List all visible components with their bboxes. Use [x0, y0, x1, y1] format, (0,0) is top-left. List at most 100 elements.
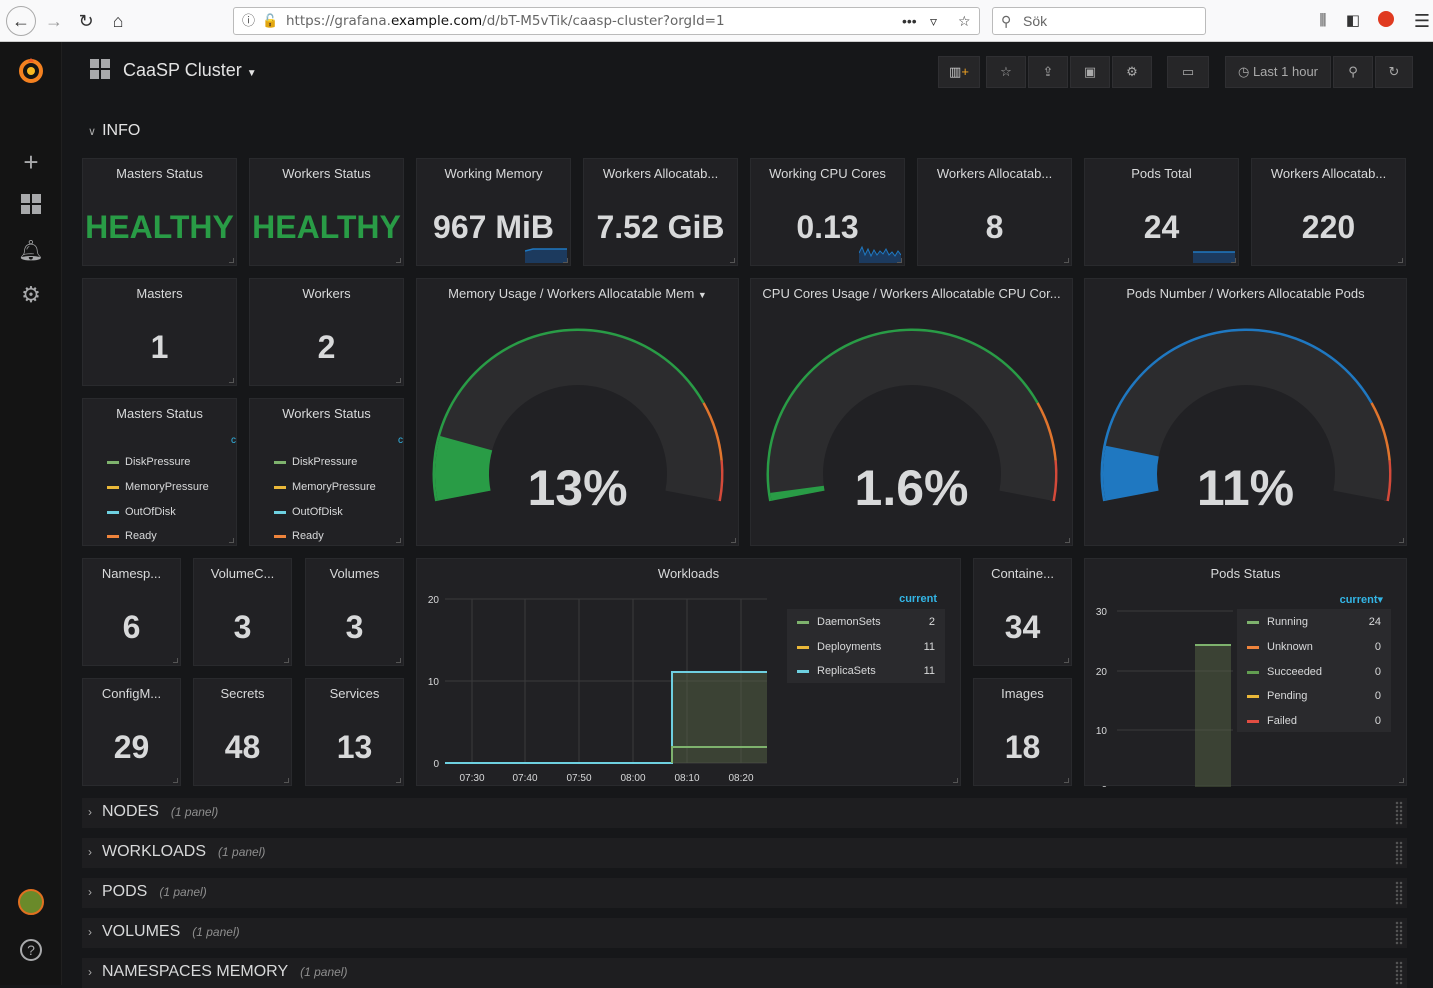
legend-row[interactable]: Deployments 11: [787, 635, 945, 659]
resize-handle[interactable]: [1065, 538, 1070, 543]
panel-workers-allocatable-memory[interactable]: Workers Allocatab... 7.52 GiB: [583, 158, 738, 266]
resize-handle[interactable]: [284, 658, 289, 663]
resize-handle[interactable]: [1064, 658, 1069, 663]
resize-handle[interactable]: [229, 258, 234, 263]
dashboard-title[interactable]: CaaSP Cluster ▼: [123, 60, 257, 81]
panel-images[interactable]: Images 18: [973, 678, 1072, 786]
resize-handle[interactable]: [229, 378, 234, 383]
menu-icon[interactable]: ☰: [1409, 8, 1433, 34]
row-nodes[interactable]: › NODES (1 panel): [82, 798, 1407, 828]
legend-item[interactable]: DiskPressure: [274, 456, 357, 468]
panel-volume-claims[interactable]: VolumeC... 3: [193, 558, 292, 666]
settings-button[interactable]: ⚙: [1112, 56, 1152, 88]
resize-handle[interactable]: [284, 778, 289, 783]
legend-item[interactable]: MemoryPressure: [274, 481, 376, 493]
panel-workers-allocatable-pods[interactable]: Workers Allocatab... 220: [1251, 158, 1406, 266]
add-panel-button[interactable]: ▥+: [938, 56, 980, 88]
resize-handle[interactable]: [1064, 258, 1069, 263]
legend-item[interactable]: Ready: [107, 530, 157, 542]
panel-workers-status-graph[interactable]: Workers Status c DiskPressure MemoryPres…: [249, 398, 404, 546]
resize-handle[interactable]: [953, 778, 958, 783]
resize-handle[interactable]: [396, 378, 401, 383]
row-namespaces-memory[interactable]: › NAMESPACES MEMORY (1 panel): [82, 958, 1407, 988]
legend-item[interactable]: DiskPressure: [107, 456, 190, 468]
library-icon[interactable]: ⫼: [1310, 8, 1336, 34]
row-workloads[interactable]: › WORKLOADS (1 panel): [82, 838, 1407, 868]
resize-handle[interactable]: [396, 778, 401, 783]
resize-handle[interactable]: [396, 538, 401, 543]
page-actions-icon[interactable]: •••: [902, 8, 917, 34]
row-pods[interactable]: › PODS (1 panel): [82, 878, 1407, 908]
panel-pods-total[interactable]: Pods Total 24: [1084, 158, 1239, 266]
panel-working-cpu-cores[interactable]: Working CPU Cores 0.13: [750, 158, 905, 266]
legend-row[interactable]: Unknown 0: [1237, 635, 1391, 659]
panel-pods-status-graph[interactable]: Pods Status 30 20 10 0 current▾ Running2…: [1084, 558, 1407, 787]
drag-handle[interactable]: [1395, 841, 1403, 865]
grafana-logo-icon[interactable]: [17, 56, 45, 84]
legend-item[interactable]: OutOfDisk: [107, 506, 176, 518]
resize-handle[interactable]: [1064, 778, 1069, 783]
time-picker-button[interactable]: ◷ Last 1 hour: [1225, 56, 1331, 88]
tv-mode-button[interactable]: ▭: [1167, 56, 1209, 88]
resize-handle[interactable]: [563, 258, 568, 263]
panel-volumes[interactable]: Volumes 3: [305, 558, 404, 666]
resize-handle[interactable]: [396, 658, 401, 663]
resize-handle[interactable]: [173, 778, 178, 783]
panel-namespaces[interactable]: Namesp... 6: [82, 558, 181, 666]
home-icon[interactable]: ⌂: [105, 8, 131, 34]
panel-workers[interactable]: Workers 2: [249, 278, 404, 386]
panel-memory-gauge[interactable]: Memory Usage / Workers Allocatable Mem ▼…: [416, 278, 739, 546]
legend-row[interactable]: Failed 0: [1237, 709, 1391, 733]
panel-secrets[interactable]: Secrets 48: [193, 678, 292, 786]
resize-handle[interactable]: [897, 258, 902, 263]
row-header-info[interactable]: ∨ INFO: [88, 122, 140, 140]
sidebar-icon[interactable]: ◧: [1340, 8, 1366, 34]
forward-icon[interactable]: →: [41, 8, 67, 34]
panel-masters[interactable]: Masters 1: [82, 278, 237, 386]
avatar[interactable]: [17, 889, 45, 917]
resize-handle[interactable]: [229, 538, 234, 543]
resize-handle[interactable]: [1399, 538, 1404, 543]
star-button[interactable]: ☆: [986, 56, 1026, 88]
resize-handle[interactable]: [1399, 778, 1404, 783]
legend-row[interactable]: Pending 0: [1237, 684, 1391, 708]
legend-item[interactable]: MemoryPressure: [107, 481, 209, 493]
extension-icon[interactable]: [1373, 8, 1399, 34]
share-button[interactable]: ⇪: [1028, 56, 1068, 88]
info-icon[interactable]: ⓘ: [242, 8, 255, 34]
panel-containers[interactable]: Containe... 34: [973, 558, 1072, 666]
panel-masters-status[interactable]: Masters Status HEALTHY: [82, 158, 237, 266]
panel-workers-status[interactable]: Workers Status HEALTHY: [249, 158, 404, 266]
create-icon[interactable]: +: [17, 148, 45, 176]
url-bar[interactable]: ⓘ 🔓 https://grafana.example.com/d/bT-M5v…: [233, 7, 980, 35]
legend-item[interactable]: Ready: [274, 530, 324, 542]
resize-handle[interactable]: [1231, 258, 1236, 263]
dashboards-icon[interactable]: [17, 193, 45, 221]
panel-cpu-gauge[interactable]: CPU Cores Usage / Workers Allocatable CP…: [750, 278, 1073, 546]
legend-item[interactable]: OutOfDisk: [274, 506, 343, 518]
resize-handle[interactable]: [396, 258, 401, 263]
search-input[interactable]: ⚲ Sök: [992, 7, 1206, 35]
legend-row[interactable]: Succeeded 0: [1237, 660, 1391, 684]
panel-configmaps[interactable]: ConfigM... 29: [82, 678, 181, 786]
resize-handle[interactable]: [1398, 258, 1403, 263]
resize-handle[interactable]: [730, 258, 735, 263]
drag-handle[interactable]: [1395, 961, 1403, 985]
drag-handle[interactable]: [1395, 881, 1403, 905]
legend-row[interactable]: Running 24: [1237, 610, 1391, 634]
legend-row[interactable]: ReplicaSets 11: [787, 659, 945, 683]
legend-header[interactable]: current: [787, 593, 945, 609]
panel-services[interactable]: Services 13: [305, 678, 404, 786]
drag-handle[interactable]: [1395, 921, 1403, 945]
panel-workers-allocatable-cpu[interactable]: Workers Allocatab... 8: [917, 158, 1072, 266]
panel-workloads-graph[interactable]: Workloads 20 10 0 07:30 07:40 07:50 08:0…: [416, 558, 961, 786]
row-volumes[interactable]: › VOLUMES (1 panel): [82, 918, 1407, 948]
zoom-out-button[interactable]: ⚲: [1333, 56, 1373, 88]
back-icon[interactable]: ←: [6, 6, 36, 36]
pocket-icon[interactable]: ▿: [930, 8, 937, 34]
panel-masters-status-graph[interactable]: Masters Status c DiskPressure MemoryPres…: [82, 398, 237, 546]
save-button[interactable]: ▣: [1070, 56, 1110, 88]
bookmark-star-icon[interactable]: ☆: [958, 8, 971, 34]
resize-handle[interactable]: [173, 658, 178, 663]
legend-header[interactable]: current▾: [1237, 593, 1391, 609]
